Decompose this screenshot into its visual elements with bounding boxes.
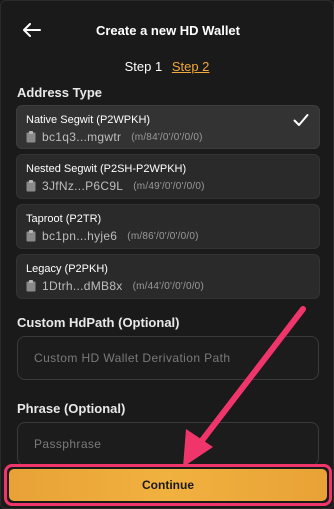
continue-button[interactable]: Continue [9,469,327,501]
address-line: 1Dtrh...dMB8x (m/44'/0'/0'/0/0) [26,279,204,293]
address-option-name: Legacy (P2PKH) [26,263,108,275]
continue-highlight: Continue [4,464,332,506]
address-option-legacy[interactable]: Legacy (P2PKH) 1Dtrh...dMB8x (m/44'/0'/0… [16,254,320,299]
address-type-label: Address Type [17,85,103,100]
address-line: bc1pn...hyje6 (m/86'/0'/0'/0/0) [26,229,199,243]
custom-hdpath-label: Custom HdPath (Optional) [17,315,180,330]
address-line: 3JfNz...P6C9L (m/49'/0'/0'/0/0) [26,179,205,193]
address-value: 3JfNz...P6C9L [42,179,124,193]
address-value: bc1pn...hyje6 [42,229,118,243]
address-option-taproot[interactable]: Taproot (P2TR) bc1pn...hyje6 (m/86'/0'/0… [16,204,320,249]
address-option-native-segwit[interactable]: Native Segwit (P2WPKH) bc1q3...mgwtr (m/… [16,105,320,149]
clipboard-icon[interactable] [26,230,36,242]
derivation-path: (m/86'/0'/0'/0/0) [127,230,199,242]
address-option-name: Nested Segwit (P2SH-P2WPKH) [26,163,187,175]
phrase-field [17,422,319,466]
address-line: bc1q3...mgwtr (m/84'/0'/0'/0/0) [26,130,203,144]
create-hd-wallet-screen: Create a new HD Wallet Step 1 Step 2 Add… [0,0,334,509]
page-title: Create a new HD Wallet [95,23,240,38]
derivation-path: (m/49'/0'/0'/0/0) [133,180,205,192]
address-option-name: Taproot (P2TR) [26,213,102,225]
step-2[interactable]: Step 2 [172,59,210,74]
passphrase-input[interactable] [18,423,318,465]
custom-hdpath-input[interactable] [18,337,318,379]
derivation-path: (m/84'/0'/0'/0/0) [131,131,203,143]
step-indicator: Step 1 Step 2 [1,59,333,74]
derivation-path: (m/44'/0'/0'/0/0) [132,280,204,292]
clipboard-icon[interactable] [26,280,36,292]
address-value: 1Dtrh...dMB8x [42,279,123,293]
phrase-label: Phrase (Optional) [17,401,126,416]
address-value: bc1q3...mgwtr [42,130,122,144]
custom-hdpath-field [17,336,319,380]
checkmark-icon [293,114,309,126]
address-option-name: Native Segwit (P2WPKH) [26,114,151,126]
clipboard-icon[interactable] [26,131,36,143]
clipboard-icon[interactable] [26,180,36,192]
header: Create a new HD Wallet [1,1,333,57]
step-1: Step 1 [124,59,163,74]
address-option-nested-segwit[interactable]: Nested Segwit (P2SH-P2WPKH) 3JfNz...P6C9… [16,154,320,199]
